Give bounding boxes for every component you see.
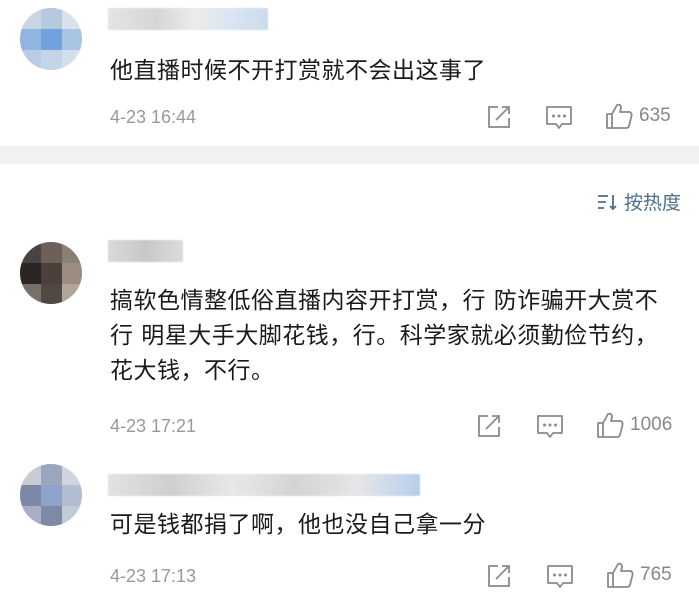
comment-button[interactable] (546, 564, 574, 590)
sort-label: 按热度 (623, 192, 681, 214)
comment-item: 可是钱都捐了啊，他也没自己拿一分 4-23 17:13 765 (0, 450, 699, 596)
share-button[interactable] (486, 563, 512, 589)
like-button[interactable]: 765 (606, 561, 672, 589)
comment-time: 4-23 17:21 (110, 416, 197, 436)
avatar[interactable] (20, 242, 82, 304)
comment-time: 4-23 16:44 (110, 107, 197, 127)
avatar[interactable] (20, 8, 82, 70)
share-icon (488, 106, 510, 128)
comment-time: 4-23 17:13 (110, 566, 197, 586)
comment-text: 搞软色情整低俗直播内容开打赏，行 防诈骗开大赏不行 明星大手大脚花钱，行。科学家… (110, 288, 659, 384)
comment-text: 可是钱都捐了啊，他也没自己拿一分 (110, 512, 486, 538)
comment-item: 搞软色情整低俗直播内容开打赏，行 防诈骗开大赏不行 明星大手大脚花钱，行。科学家… (0, 230, 699, 450)
comment-button[interactable] (536, 414, 564, 440)
like-count: 765 (640, 564, 672, 585)
sort-icon (597, 194, 617, 210)
username[interactable] (108, 240, 183, 262)
share-button[interactable] (476, 413, 502, 439)
comment-icon (546, 106, 572, 129)
username[interactable] (108, 474, 420, 496)
avatar[interactable] (20, 464, 82, 526)
thumbs-up-icon (606, 103, 633, 129)
thumbs-up-icon (597, 412, 624, 438)
like-button[interactable]: 1006 (596, 411, 672, 439)
comment-icon (537, 415, 563, 438)
comment-icon (547, 565, 573, 588)
comment-item: 他直播时候不开打赏就不会出这事了 4-23 16:44 635 (0, 0, 699, 146)
like-count: 635 (639, 105, 671, 126)
share-icon (488, 565, 510, 587)
thumbs-up-icon (607, 562, 634, 588)
comment-text: 他直播时候不开打赏就不会出这事了 (110, 58, 486, 84)
sort-by-hot-button[interactable]: 按热度 (596, 188, 681, 215)
comment-button[interactable] (545, 105, 573, 131)
username[interactable] (108, 8, 268, 30)
like-count: 1006 (630, 414, 673, 435)
share-icon (478, 415, 500, 437)
section-divider (0, 146, 699, 164)
share-button[interactable] (486, 104, 512, 130)
like-button[interactable]: 635 (605, 102, 671, 130)
